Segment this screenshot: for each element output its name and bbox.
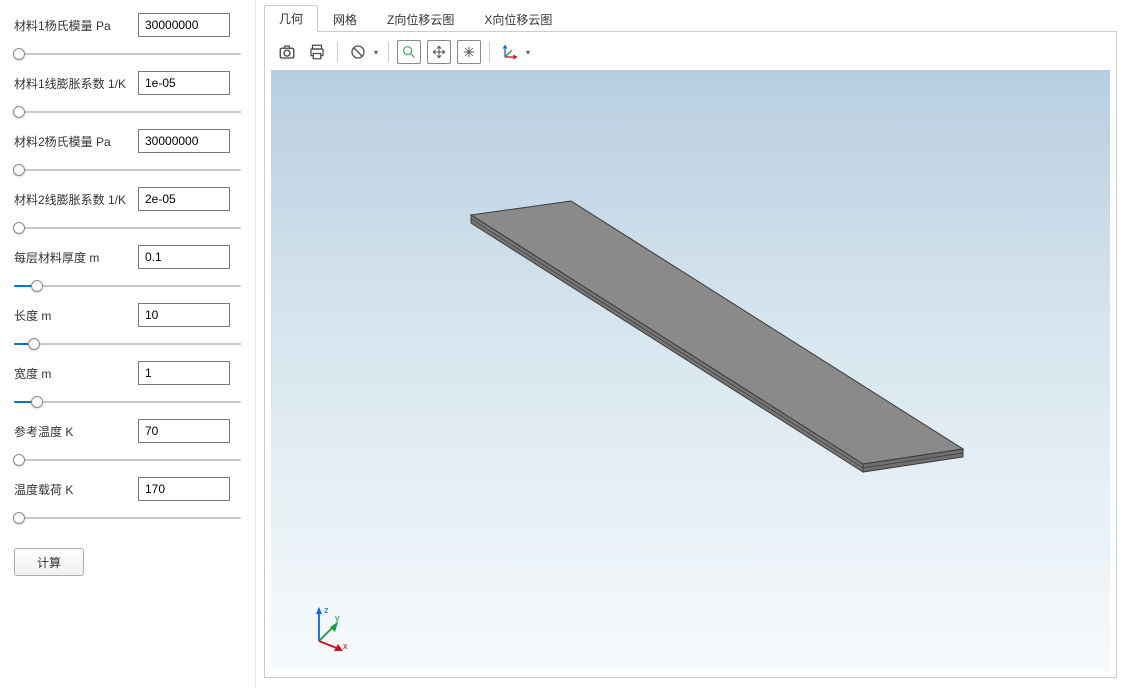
param-slider[interactable] (14, 394, 241, 410)
camera-icon[interactable] (275, 40, 299, 64)
param-group: 参考温度 K (14, 418, 241, 468)
param-label: 每层材料厚度 m (14, 249, 132, 266)
parameter-sidebar: 材料1杨氏模量 Pa 材料1线膨胀系数 1/K 材料2杨氏模量 Pa 材料2线膨胀系数… (0, 0, 256, 688)
toolbar-separator (337, 42, 338, 62)
param-input[interactable] (138, 71, 230, 95)
view-container: ▾ ▾ (264, 32, 1117, 678)
pan-icon[interactable] (427, 40, 451, 64)
param-input[interactable] (138, 361, 230, 385)
coordinate-triad: z y x (305, 603, 355, 653)
tab[interactable]: Z向位移云图 (372, 6, 469, 32)
param-group: 温度载荷 K (14, 476, 241, 526)
param-input[interactable] (138, 129, 230, 153)
rotate-icon[interactable] (457, 40, 481, 64)
param-input[interactable] (138, 419, 230, 443)
param-label: 材料1杨氏模量 Pa (14, 17, 132, 34)
param-label: 材料2杨氏模量 Pa (14, 133, 132, 150)
chevron-down-icon[interactable]: ▾ (524, 48, 532, 57)
zoom-box-icon[interactable] (397, 40, 421, 64)
tab[interactable]: X向位移云图 (469, 6, 567, 32)
toolbar-separator (489, 42, 490, 62)
param-input[interactable] (138, 245, 230, 269)
param-group: 长度 m (14, 302, 241, 352)
param-input[interactable] (138, 303, 230, 327)
param-slider[interactable] (14, 336, 241, 352)
tab[interactable]: 网格 (318, 6, 372, 32)
param-label: 材料1线膨胀系数 1/K (14, 75, 132, 92)
param-slider[interactable] (14, 104, 241, 120)
param-input[interactable] (138, 477, 230, 501)
param-group: 材料1杨氏模量 Pa (14, 12, 241, 62)
param-slider[interactable] (14, 220, 241, 236)
svg-text:x: x (343, 641, 348, 651)
tab[interactable]: 几何 (264, 5, 318, 32)
param-label: 长度 m (14, 307, 132, 324)
param-group: 每层材料厚度 m (14, 244, 241, 294)
param-slider[interactable] (14, 162, 241, 178)
param-group: 材料2杨氏模量 Pa (14, 128, 241, 178)
param-group: 材料2线膨胀系数 1/K (14, 186, 241, 236)
param-group: 宽度 m (14, 360, 241, 410)
param-slider[interactable] (14, 452, 241, 468)
view-tabs: 几何网格Z向位移云图X向位移云图 (264, 6, 1117, 32)
svg-text:y: y (335, 613, 340, 623)
param-slider[interactable] (14, 510, 241, 526)
param-input[interactable] (138, 13, 230, 37)
param-label: 温度载荷 K (14, 481, 132, 498)
print-icon[interactable] (305, 40, 329, 64)
compute-button[interactable]: 计算 (14, 548, 84, 576)
param-slider[interactable] (14, 46, 241, 62)
view-toolbar: ▾ ▾ (271, 38, 1110, 70)
param-label: 参考温度 K (14, 423, 132, 440)
param-group: 材料1线膨胀系数 1/K (14, 70, 241, 120)
param-label: 宽度 m (14, 365, 132, 382)
forbid-icon[interactable] (346, 40, 370, 64)
geometry-plate (411, 191, 971, 551)
param-input[interactable] (138, 187, 230, 211)
axes-icon[interactable] (498, 40, 522, 64)
toolbar-separator (388, 42, 389, 62)
3d-viewport[interactable]: z y x (271, 70, 1110, 671)
param-slider[interactable] (14, 278, 241, 294)
param-label: 材料2线膨胀系数 1/K (14, 191, 132, 208)
chevron-down-icon[interactable]: ▾ (372, 48, 380, 57)
main-area: 几何网格Z向位移云图X向位移云图 ▾ (256, 0, 1127, 688)
svg-text:z: z (324, 605, 329, 615)
